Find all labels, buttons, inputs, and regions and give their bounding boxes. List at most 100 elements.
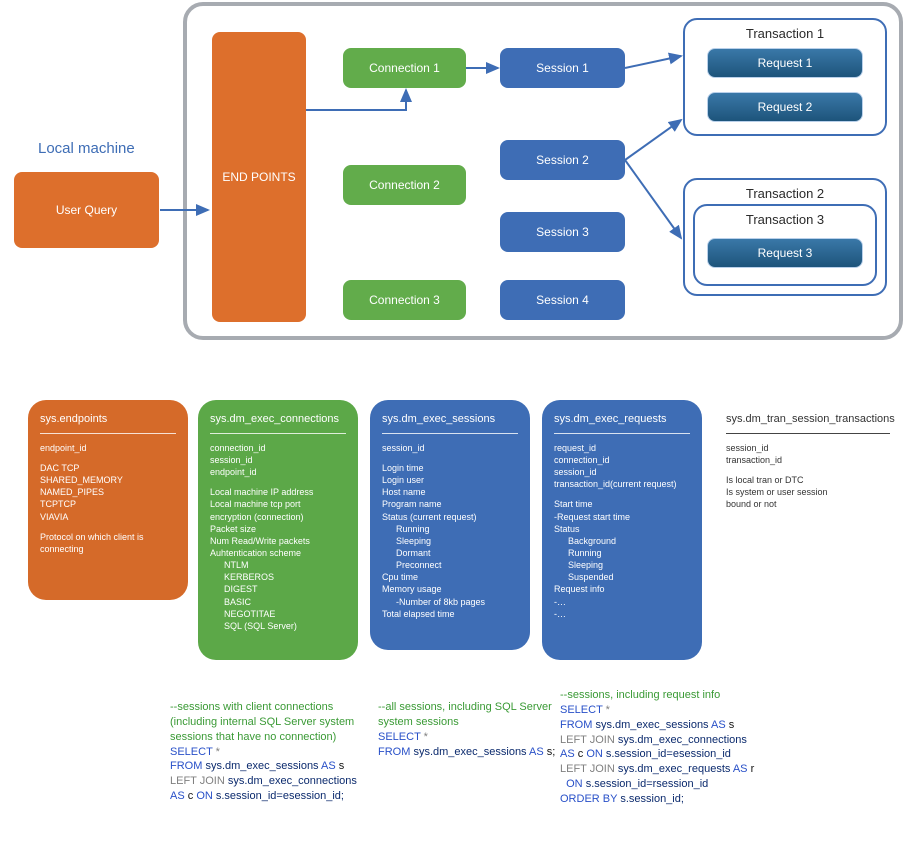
card-title: sys.dm_exec_connections — [210, 412, 346, 427]
card-line: transaction_id — [726, 454, 890, 466]
card-line: Host name — [382, 486, 518, 498]
card-line: endpoint_id — [210, 466, 346, 478]
card-line: Suspended — [554, 571, 690, 583]
kw-from: FROM — [170, 760, 202, 772]
card-line: Login user — [382, 474, 518, 486]
sql-order-col: s.session_id; — [620, 793, 684, 805]
card-line: Preconnect — [382, 559, 518, 571]
card-line: Memory usage — [382, 583, 518, 595]
card-line: Is local tran or DTC — [726, 474, 890, 486]
card-line: Program name — [382, 498, 518, 510]
architecture-diagram: Local machine User Query END POINTS Conn… — [0, 0, 908, 360]
card-line: session_id — [210, 454, 346, 466]
kw-select: SELECT — [378, 731, 421, 743]
card-line: TCPTCP — [40, 498, 176, 510]
connection-3-box: Connection 3 — [343, 280, 466, 320]
session-4-box: Session 4 — [500, 280, 625, 320]
kw-on: ON — [586, 748, 603, 760]
card-line: -… — [554, 596, 690, 608]
kw-order-by: ORDER BY — [560, 793, 617, 805]
card-line: Num Read/Write packets — [210, 535, 346, 547]
endpoints-box: END POINTS — [212, 32, 306, 322]
connection-1-box: Connection 1 — [343, 48, 466, 88]
dmv-cards-row: sys.endpoints endpoint_id DAC TCP SHARED… — [0, 400, 908, 690]
card-line: SQL (SQL Server) — [210, 620, 346, 632]
query-3: --sessions, including request info SELEC… — [560, 688, 770, 807]
transaction-2-title: Transaction 2 — [685, 186, 885, 201]
sql-queries: --sessions with client connections (incl… — [0, 700, 908, 850]
card-line: bound or not — [726, 498, 890, 510]
sql-table: sys.dm_exec_connections — [228, 775, 357, 787]
connection-2-box: Connection 2 — [343, 165, 466, 205]
sql-star: * — [424, 731, 428, 743]
kw-left-join: LEFT JOIN — [170, 775, 225, 787]
card-line: -Number of 8kb pages — [382, 596, 518, 608]
sql-alias: s — [729, 719, 735, 731]
card-line: Background — [554, 535, 690, 547]
card-line: Sleeping — [554, 559, 690, 571]
card-line: Dormant — [382, 547, 518, 559]
card-line: connection_id — [210, 442, 346, 454]
session-2-box: Session 2 — [500, 140, 625, 180]
card-line: transaction_id(current request) — [554, 478, 690, 490]
card-dm-exec-requests: sys.dm_exec_requests request_id connecti… — [542, 400, 702, 660]
query-1: --sessions with client connections (incl… — [170, 700, 370, 804]
kw-as: AS — [170, 790, 185, 802]
sql-table: sys.dm_exec_connections — [618, 734, 747, 746]
user-query-box: User Query — [14, 172, 159, 248]
query-2: --all sessions, including SQL Server sys… — [378, 700, 558, 759]
card-sys-endpoints: sys.endpoints endpoint_id DAC TCP SHARED… — [28, 400, 188, 600]
card-line: -Request start time — [554, 511, 690, 523]
card-line: -… — [554, 608, 690, 620]
request-2-pill: Request 2 — [707, 92, 863, 122]
request-3-pill: Request 3 — [707, 238, 863, 268]
sql-table: sys.dm_exec_sessions — [595, 719, 708, 731]
kw-as: AS — [733, 763, 748, 775]
sql-table: sys.dm_exec_sessions — [205, 760, 318, 772]
sql-cond: s.session_id=esession_id; — [216, 790, 344, 802]
card-line: Local machine tcp port — [210, 498, 346, 510]
card-line: session_id — [726, 442, 890, 454]
local-machine-label: Local machine — [38, 140, 135, 157]
sql-star: * — [606, 704, 610, 716]
card-line: Status — [554, 523, 690, 535]
kw-as: AS — [321, 760, 336, 772]
sql-comment: --sessions, including request info — [560, 688, 770, 703]
kw-select: SELECT — [170, 746, 213, 758]
card-dm-exec-sessions: sys.dm_exec_sessions session_id Login ti… — [370, 400, 530, 650]
card-line: NAMED_PIPES — [40, 486, 176, 498]
sql-alias: r — [751, 763, 755, 775]
card-line: encryption (connection) — [210, 511, 346, 523]
sql-cond: s.session_id=rsession_id — [586, 778, 709, 790]
card-title: sys.dm_exec_sessions — [382, 412, 518, 427]
card-line: Cpu time — [382, 571, 518, 583]
kw-on: ON — [196, 790, 213, 802]
sql-cond: s.session_id=esession_id — [606, 748, 731, 760]
card-line: Auhtentication scheme — [210, 547, 346, 559]
card-line: Protocol on which client is connecting — [40, 531, 176, 555]
card-line: request_id — [554, 442, 690, 454]
card-title: sys.dm_tran_session_transactions — [726, 412, 890, 427]
transaction-3-title: Transaction 3 — [695, 212, 875, 227]
card-dm-exec-connections: sys.dm_exec_connections connection_id se… — [198, 400, 358, 660]
card-line: Login time — [382, 462, 518, 474]
sql-comment: --sessions with client connections (incl… — [170, 700, 370, 745]
card-line: VIAVIA — [40, 511, 176, 523]
card-line: session_id — [382, 442, 518, 454]
card-line: Start time — [554, 498, 690, 510]
card-line: BASIC — [210, 596, 346, 608]
card-line: session_id — [554, 466, 690, 478]
sql-star: * — [216, 746, 220, 758]
card-line: SHARED_MEMORY — [40, 474, 176, 486]
kw-on: ON — [566, 778, 583, 790]
card-line: NTLM — [210, 559, 346, 571]
card-title: sys.endpoints — [40, 412, 176, 427]
kw-from: FROM — [560, 719, 592, 731]
kw-from: FROM — [378, 746, 410, 758]
sql-comment: --all sessions, including SQL Server sys… — [378, 700, 558, 730]
sql-table: sys.dm_exec_requests — [618, 763, 731, 775]
sql-alias: s; — [547, 746, 556, 758]
card-line: DAC TCP — [40, 462, 176, 474]
transaction-1-title: Transaction 1 — [685, 26, 885, 41]
card-line: Request info — [554, 583, 690, 595]
